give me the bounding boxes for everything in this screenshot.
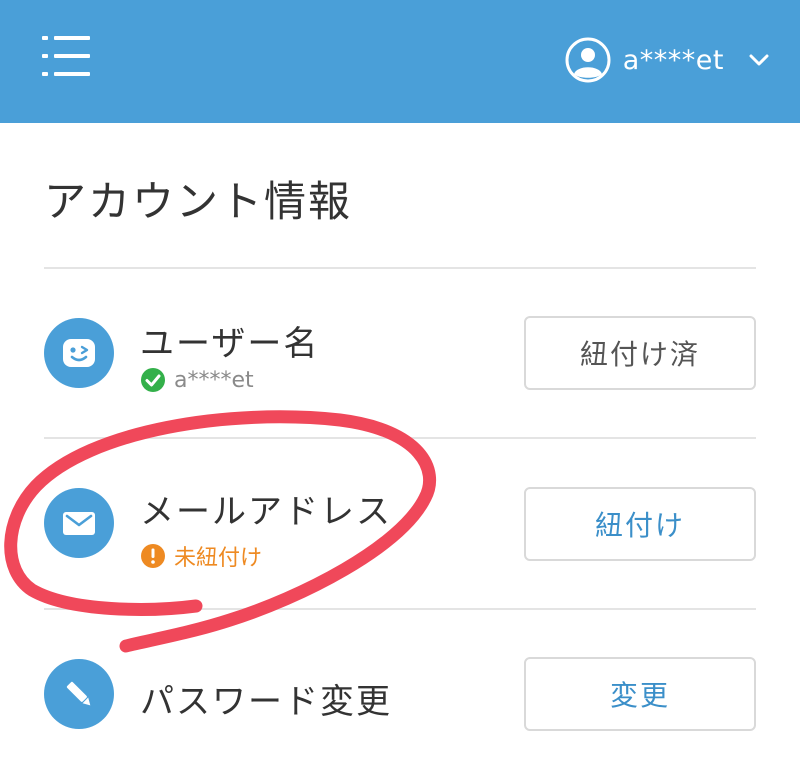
face-wink-icon xyxy=(63,339,95,367)
email-row-icon xyxy=(44,488,114,558)
chevron-down-icon xyxy=(749,54,769,66)
email-row-status: 未紐付け xyxy=(140,540,262,572)
exclamation-circle-icon xyxy=(141,544,165,568)
divider xyxy=(44,608,756,610)
email-row-status-text: 未紐付け xyxy=(174,546,263,571)
app-header: a****et xyxy=(0,0,800,123)
page-title: アカウント情報 xyxy=(44,177,353,226)
password-row-title: パスワード変更 xyxy=(140,682,392,722)
password-change-button[interactable]: 変更 xyxy=(524,657,756,731)
pencil-icon xyxy=(66,681,91,706)
user-avatar-icon xyxy=(565,37,611,83)
menu-list-icon[interactable] xyxy=(40,30,92,82)
username-linked-button[interactable]: 紐付け済 xyxy=(524,316,756,390)
envelope-icon xyxy=(63,512,95,535)
username-row-status-text: a****et xyxy=(174,367,254,393)
username-row-status: a****et xyxy=(140,367,254,393)
user-menu[interactable]: a****et xyxy=(565,36,770,84)
password-row-icon xyxy=(44,659,114,729)
divider xyxy=(44,437,756,439)
email-row-title: メールアドレス xyxy=(140,492,392,532)
divider xyxy=(44,267,756,269)
header-username: a****et xyxy=(622,44,724,76)
check-circle-icon xyxy=(141,368,165,392)
email-link-button[interactable]: 紐付け xyxy=(524,487,756,561)
username-row-icon xyxy=(44,318,114,388)
username-row-title: ユーザー名 xyxy=(140,324,320,364)
